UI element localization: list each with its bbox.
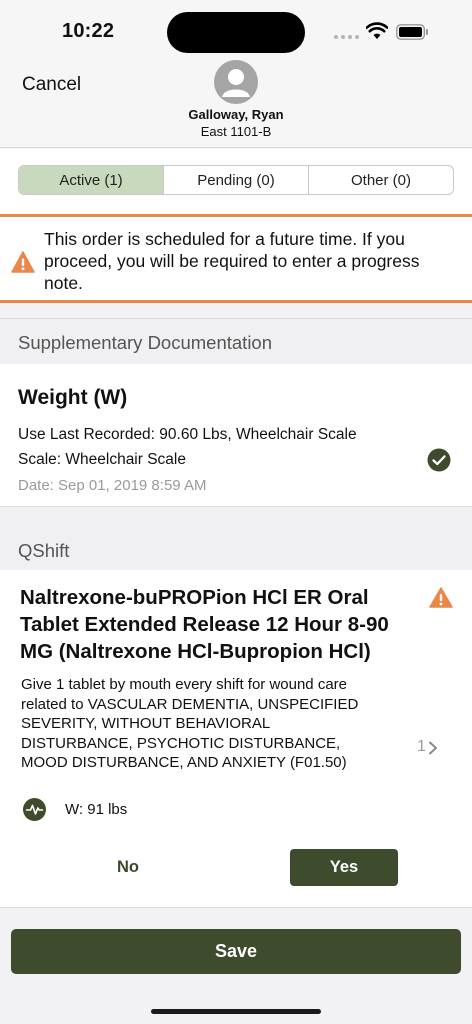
avatar [214, 60, 258, 104]
order-description: Give 1 tablet by mouth every shift for w… [21, 676, 359, 771]
vitals-weight: W: 91 lbs [65, 801, 128, 818]
warning-icon [429, 587, 453, 608]
order-tabs-area: Active (1) Pending (0) Other (0) [0, 149, 472, 214]
status-bar: 10:22 [0, 0, 472, 54]
weight-title: Weight (W) [18, 386, 128, 409]
vitals-icon [23, 798, 46, 821]
chevron-right-icon[interactable] [428, 741, 438, 755]
save-button[interactable]: Save [11, 929, 461, 974]
order-title: Naltrexone-buPROPion HCl ER Oral Tablet … [20, 586, 389, 663]
patient-header: Cancel Galloway, Ryan East 1101-B [0, 54, 472, 148]
battery-icon [396, 24, 428, 40]
home-indicator[interactable] [151, 1009, 321, 1014]
section-header-supplementary: Supplementary Documentation [0, 318, 472, 364]
cellular-signal-icon [334, 35, 359, 39]
yes-button[interactable]: Yes [290, 849, 398, 886]
warning-banner: This order is scheduled for a future tim… [0, 214, 472, 303]
weight-card[interactable]: Weight (W) Use Last Recorded: 90.60 Lbs,… [0, 364, 472, 506]
warning-text: This order is scheduled for a future tim… [44, 229, 420, 293]
segmented-control: Active (1) Pending (0) Other (0) [18, 165, 454, 195]
section-title: QShift [18, 540, 70, 561]
cancel-button[interactable]: Cancel [22, 74, 81, 96]
wifi-icon [366, 22, 388, 39]
weight-date: Date: Sep 01, 2019 8:59 AM [18, 477, 207, 494]
tab-other[interactable]: Other (0) [309, 166, 453, 194]
section-title: Supplementary Documentation [18, 332, 273, 353]
dynamic-island [167, 12, 305, 53]
no-button[interactable]: No [58, 849, 198, 886]
warning-icon [11, 251, 35, 273]
tab-active[interactable]: Active (1) [19, 166, 164, 194]
checkmark-circle-icon [427, 448, 451, 472]
footer: Save [0, 908, 472, 1024]
person-icon [222, 69, 250, 97]
patient-room: East 1101-B [200, 124, 272, 139]
weight-scale: Scale: Wheelchair Scale [18, 451, 186, 468]
order-card: Naltrexone-buPROPion HCl ER Oral Tablet … [0, 570, 472, 908]
tab-pending[interactable]: Pending (0) [164, 166, 309, 194]
status-time: 10:22 [62, 20, 115, 42]
patient-name: Galloway, Ryan [188, 107, 284, 122]
section-header-qshift: QShift [0, 506, 472, 570]
weight-last-recorded: Use Last Recorded: 90.60 Lbs, Wheelchair… [18, 426, 357, 443]
order-count[interactable]: 1 [417, 738, 426, 756]
